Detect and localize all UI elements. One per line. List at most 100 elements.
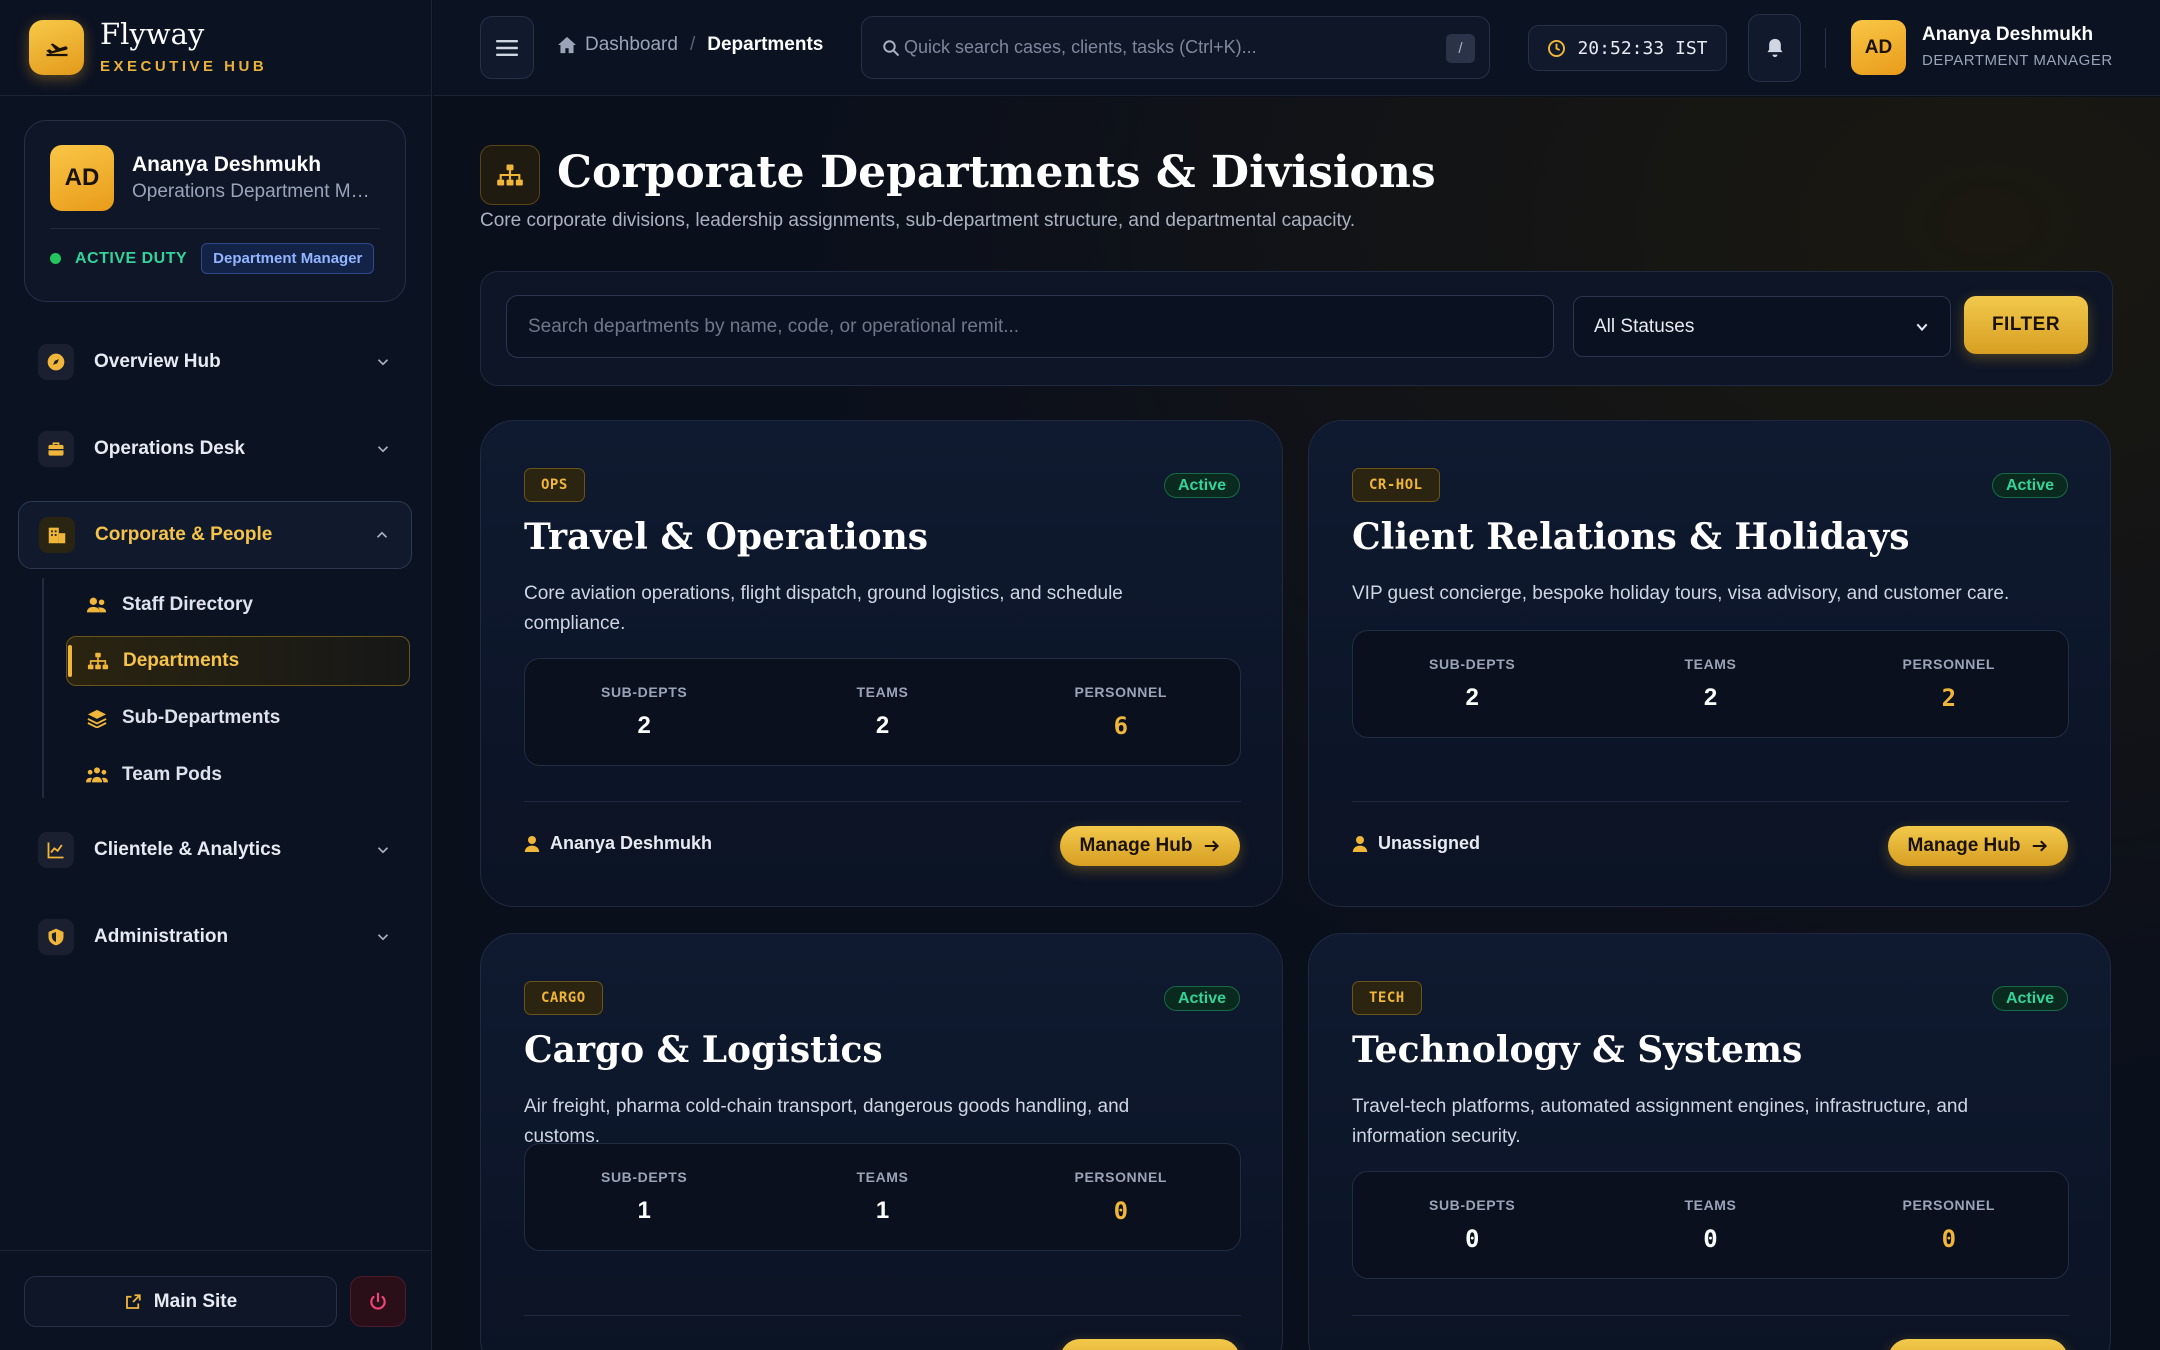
profile-title: Operations Department Manager: [132, 181, 380, 202]
sub-nav-list: Staff Directory Departments Sub-Departme…: [42, 578, 412, 798]
profile-card: AD Ananya Deshmukh Operations Department…: [24, 120, 406, 302]
manage-hub-button[interactable]: [1060, 1339, 1240, 1350]
nav-group-administration[interactable]: Administration: [18, 903, 412, 971]
sub-nav-label: Sub-Departments: [122, 707, 281, 728]
profile-name: Ananya Deshmukh: [132, 153, 322, 176]
status-dot-icon: [50, 253, 61, 264]
sidebar-footer: Main Site: [0, 1250, 432, 1350]
chart-line-icon: [38, 832, 74, 868]
nav-label: Corporate & People: [95, 524, 273, 545]
department-description: Travel-tech platforms, automated assignm…: [1352, 1096, 1969, 1147]
manage-hub-button[interactable]: Manage Hub: [1888, 826, 2068, 866]
compass-icon: [38, 344, 74, 380]
arrow-right-icon: [2033, 840, 2048, 852]
nav-group-clientele-analytics[interactable]: Clientele & Analytics: [18, 816, 412, 884]
stat-sub-depts: 2: [1465, 684, 1479, 711]
stat-label: SUB-DEPTS: [601, 684, 688, 700]
brand-subtitle: EXECUTIVE HUB: [100, 58, 268, 75]
divider: [50, 228, 380, 229]
topbar: Dashboard / Departments / 20:52:33 IST A…: [433, 0, 2160, 96]
stat-label: TEAMS: [856, 1169, 909, 1185]
briefcase-icon: [38, 431, 74, 467]
department-code-badge: CARGO: [524, 981, 603, 1015]
breadcrumb-current: Departments: [707, 34, 824, 55]
stat-sub-depts: 2: [637, 712, 651, 739]
nav-label: Overview Hub: [94, 351, 221, 372]
stat-label: PERSONNEL: [1902, 656, 1996, 672]
department-description: VIP guest concierge, bespoke holiday tou…: [1352, 583, 2010, 604]
user-role: DEPARTMENT MANAGER: [1922, 52, 2113, 69]
user-menu[interactable]: Ananya Deshmukh DEPARTMENT MANAGER: [1922, 24, 2113, 69]
sub-nav-sub-departments[interactable]: Sub-Departments: [66, 693, 410, 743]
status-select-value: All Statuses: [1594, 315, 1695, 337]
nav-group-corporate-people[interactable]: Corporate & People: [18, 501, 412, 569]
notifications-button[interactable]: [1748, 14, 1801, 82]
stat-label: PERSONNEL: [1902, 1197, 1996, 1213]
status-badge: Active: [1991, 986, 2068, 1011]
role-badge: Department Manager: [201, 243, 375, 274]
power-icon: [370, 1292, 386, 1310]
sub-nav-departments[interactable]: Departments: [66, 636, 410, 686]
stat-personnel: 2: [1941, 684, 1957, 712]
department-name: Travel & Operations: [524, 516, 929, 558]
clock-icon: [1548, 39, 1566, 57]
stat-label: SUB-DEPTS: [1429, 1197, 1516, 1213]
page-subtitle: Core corporate divisions, leadership ass…: [480, 210, 1356, 231]
manage-hub-button[interactable]: [1888, 1339, 2068, 1350]
main-site-button[interactable]: Main Site: [24, 1276, 337, 1327]
sub-nav-team-pods[interactable]: Team Pods: [66, 750, 410, 800]
stat-label: TEAMS: [1684, 1197, 1737, 1213]
sitemap-icon: [87, 652, 109, 670]
stat-teams: 2: [875, 712, 890, 739]
department-code-badge: OPS: [524, 468, 585, 502]
department-code-badge: CR-HOL: [1352, 468, 1440, 502]
nav-label: Administration: [94, 926, 229, 947]
external-link-icon: [125, 1293, 141, 1309]
nav-group-overview-hub[interactable]: Overview Hub: [18, 328, 412, 396]
department-stats: SUB-DEPTS 2 TEAMS 2 PERSONNEL 2: [1352, 630, 2069, 738]
status-select[interactable]: All Statuses: [1573, 296, 1951, 357]
layers-icon: [87, 709, 107, 728]
user-avatar[interactable]: AD: [1851, 20, 1906, 75]
global-search-input[interactable]: [904, 37, 1444, 58]
department-card: CARGO Active Cargo & Logistics Air freig…: [480, 933, 1283, 1350]
department-search-input[interactable]: [506, 295, 1554, 358]
brand[interactable]: Flyway EXECUTIVE HUB: [0, 0, 431, 96]
breadcrumb-home-label: Dashboard: [585, 34, 678, 55]
filter-button[interactable]: FILTER: [1964, 296, 2088, 354]
logout-button[interactable]: [350, 1276, 406, 1327]
global-search: /: [861, 16, 1490, 79]
avatar: AD: [50, 145, 114, 211]
department-stats: SUB-DEPTS 2 TEAMS 2 PERSONNEL 6: [524, 658, 1241, 766]
menu-toggle-button[interactable]: [480, 16, 534, 79]
user-icon: [1352, 835, 1368, 852]
chevron-down-icon: [377, 934, 389, 941]
user-icon: [524, 835, 540, 852]
sub-nav-staff-directory[interactable]: Staff Directory: [66, 580, 410, 630]
stat-teams: 0: [1703, 1225, 1718, 1253]
breadcrumb-home[interactable]: Dashboard: [557, 34, 678, 56]
people-group-icon: [86, 767, 108, 783]
shield-icon: [38, 919, 74, 955]
department-code-badge: TECH: [1352, 981, 1422, 1015]
chevron-down-icon: [1916, 323, 1928, 331]
stat-teams: 1: [875, 1197, 890, 1224]
department-stats: SUB-DEPTS 0 TEAMS 0 PERSONNEL 0: [1352, 1171, 2069, 1279]
nav-label: Clientele & Analytics: [94, 839, 282, 860]
sub-nav-label: Departments: [123, 650, 240, 671]
clock: 20:52:33 IST: [1528, 25, 1727, 71]
chevron-up-icon: [376, 531, 388, 538]
main-site-label: Main Site: [153, 1290, 238, 1312]
status-badge: Active: [1163, 473, 1240, 498]
department-lead-name: Ananya Deshmukh: [550, 833, 713, 853]
manage-hub-label: Manage Hub: [1907, 835, 2021, 856]
stat-teams: 2: [1703, 684, 1718, 711]
stat-sub-depts: 1: [637, 1197, 651, 1224]
stat-label: SUB-DEPTS: [601, 1169, 688, 1185]
nav-group-operations-desk[interactable]: Operations Desk: [18, 415, 412, 483]
manage-hub-button[interactable]: Manage Hub: [1060, 826, 1240, 866]
stat-label: PERSONNEL: [1074, 1169, 1168, 1185]
stat-label: TEAMS: [856, 684, 909, 700]
search-shortcut-hint: /: [1446, 34, 1475, 63]
user-name: Ananya Deshmukh: [1922, 24, 2094, 45]
